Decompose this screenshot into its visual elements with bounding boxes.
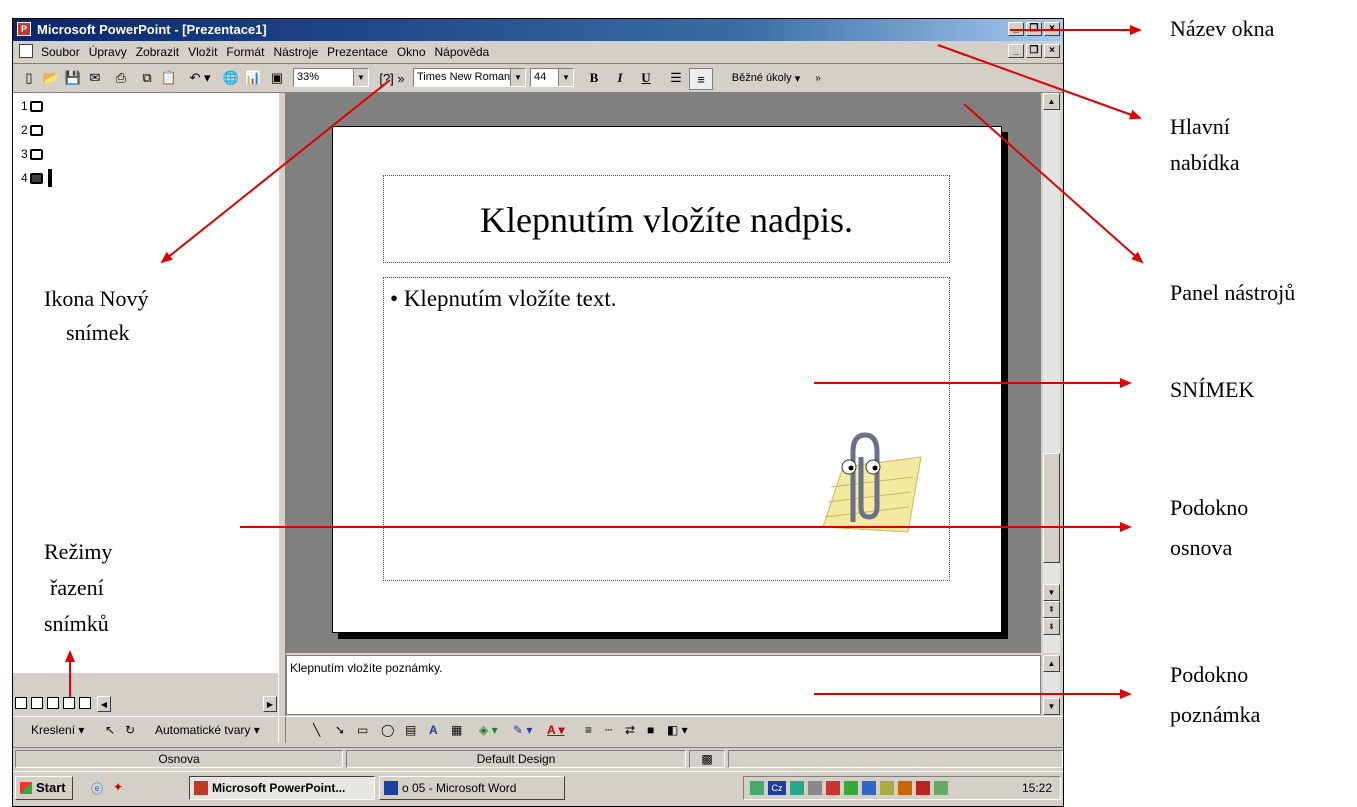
label-notes-line1: Podokno [1170, 662, 1249, 687]
label-view-modes-line1: Režimy [44, 539, 113, 564]
label-slide: SNÍMEK [1170, 377, 1255, 402]
label-title-bar: Název okna [1170, 16, 1275, 41]
label-new-slide-line1: Ikona Nový [44, 286, 149, 311]
label-toolbar: Panel nástrojů [1170, 280, 1296, 305]
label-outline-line1: Podokno [1170, 495, 1249, 520]
label-view-modes-line3: snímků [44, 611, 109, 636]
label-main-menu-line2: nabídka [1170, 150, 1240, 175]
label-main-menu-line1: Hlavní [1170, 114, 1230, 139]
arrow-new-slide [160, 79, 391, 264]
annotation-arrows [65, 25, 1144, 699]
label-outline-line2: osnova [1170, 535, 1233, 560]
label-view-modes-line2: řazení [50, 575, 104, 600]
label-new-slide-line2: snímek [66, 320, 130, 345]
arrow-toolbar [963, 103, 1144, 264]
label-notes-line2: poznámka [1170, 702, 1261, 727]
